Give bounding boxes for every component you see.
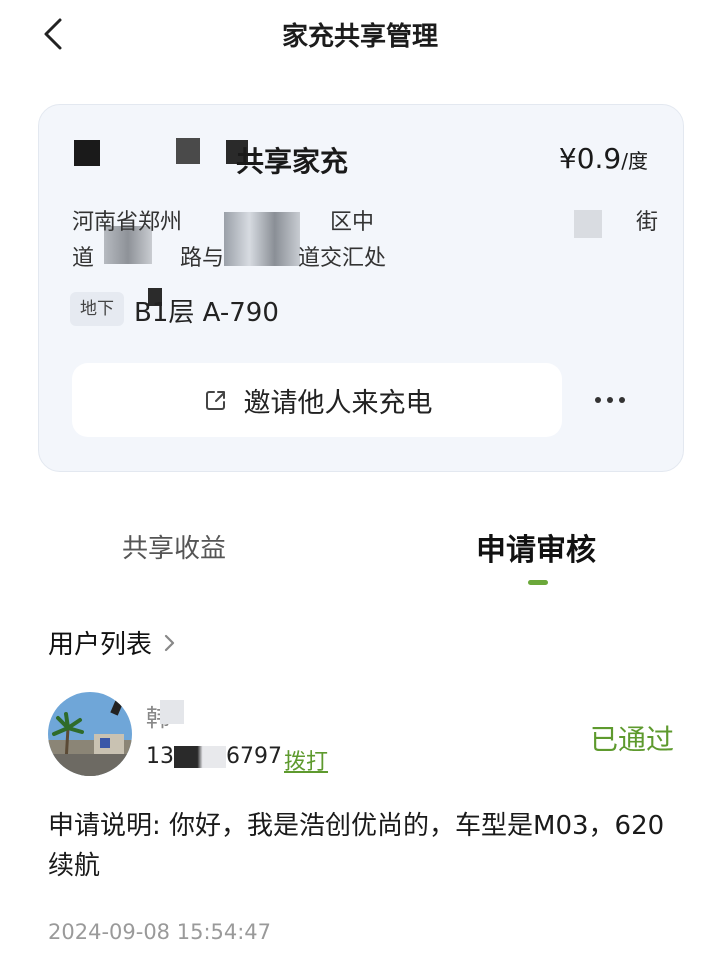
- price-value: ¥0.9: [558, 142, 622, 175]
- phone-suffix: 6797: [226, 744, 282, 769]
- active-tab-indicator: [528, 580, 548, 585]
- user-list-link[interactable]: 用户列表: [48, 624, 178, 661]
- user-list-title: 用户列表: [48, 630, 153, 660]
- tab-review[interactable]: 申请审核: [476, 525, 596, 569]
- level-tag: 地下: [70, 292, 124, 326]
- address-part: 道交汇处: [298, 246, 387, 271]
- status-badge: 已通过: [590, 723, 675, 756]
- call-link[interactable]: 拨打: [284, 744, 328, 776]
- address-part: 区中: [330, 210, 375, 235]
- address-part: 路与: [180, 246, 225, 271]
- more-icon: [595, 397, 625, 403]
- apply-time: 2024-09-08 15:54:47: [48, 920, 272, 944]
- user-phone: 13 6797: [146, 744, 282, 769]
- invite-label: 邀请他人来充电: [243, 387, 433, 419]
- address-line-1: 河南省郑州 区中 街: [72, 204, 662, 236]
- phone-prefix: 13: [146, 744, 174, 769]
- tab-income[interactable]: 共享收益: [122, 528, 226, 565]
- page-title: 家充共享管理: [281, 22, 438, 52]
- apply-note: 申请说明: 你好，我是浩创优尚的，车型是M03，620续航: [48, 811, 665, 881]
- price: ¥0.9/度: [559, 142, 648, 175]
- address-part: 河南省郑州: [72, 210, 183, 235]
- address-line-2: 道 路与 道交汇处: [72, 240, 662, 272]
- address-part: 街: [636, 210, 659, 235]
- station-name: 共享家充: [236, 145, 349, 178]
- privacy-mosaic: [74, 140, 100, 166]
- chevron-right-icon: [164, 634, 175, 651]
- avatar: [48, 692, 132, 776]
- parking-space: B1层 A-790: [134, 298, 279, 328]
- address-part: 道: [72, 246, 95, 271]
- share-icon: [205, 391, 225, 410]
- privacy-mosaic: [176, 138, 200, 164]
- privacy-mosaic: [160, 700, 184, 724]
- more-button[interactable]: [588, 385, 632, 415]
- invite-button[interactable]: 邀请他人来充电: [72, 363, 562, 437]
- price-unit: /度: [621, 149, 648, 173]
